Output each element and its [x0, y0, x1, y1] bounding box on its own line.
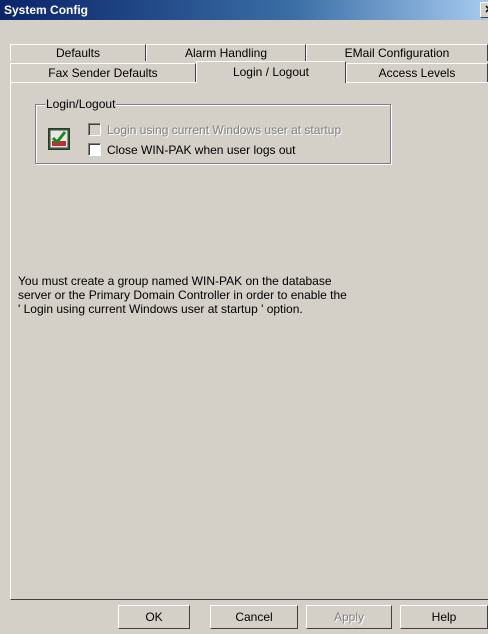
tab-panel-login-logout: Login/Logout Login using current Windows… — [10, 82, 488, 600]
login-current-user-label: Login using current Windows user at star… — [107, 123, 342, 137]
close-icon[interactable]: ✕ — [480, 2, 488, 18]
info-note: You must create a group named WIN-PAK on… — [18, 274, 408, 316]
tab-defaults[interactable]: Defaults — [10, 44, 146, 61]
checkmark-app-icon — [48, 128, 70, 150]
note-line-3: ' Login using current Windows user at st… — [18, 302, 303, 316]
tab-fax-sender-defaults[interactable]: Fax Sender Defaults — [10, 63, 196, 82]
close-on-logout-label: Close WIN-PAK when user logs out — [107, 143, 296, 157]
title-bar: System Config ✕ — [0, 0, 488, 20]
groupbox-legend: Login/Logout — [45, 97, 117, 111]
cancel-button[interactable]: Cancel — [210, 605, 298, 629]
note-line-2: server or the Primary Domain Controller … — [18, 288, 347, 302]
window-title: System Config — [4, 3, 89, 17]
close-on-logout-checkbox[interactable] — [88, 143, 101, 156]
tab-login-logout[interactable]: Login / Logout — [196, 61, 346, 83]
login-current-user-checkbox[interactable] — [88, 123, 101, 136]
tab-alarm-handling[interactable]: Alarm Handling — [146, 44, 306, 61]
help-button[interactable]: Help — [400, 605, 488, 629]
apply-button[interactable]: Apply — [306, 605, 392, 629]
ok-button[interactable]: OK — [118, 605, 190, 629]
tab-email-configuration[interactable]: EMail Configuration — [306, 44, 488, 61]
system-config-dialog: System Config ✕ Defaults Alarm Handling … — [0, 0, 488, 634]
tab-access-levels[interactable]: Access Levels — [346, 63, 488, 82]
note-line-1: You must create a group named WIN-PAK on… — [18, 274, 332, 288]
